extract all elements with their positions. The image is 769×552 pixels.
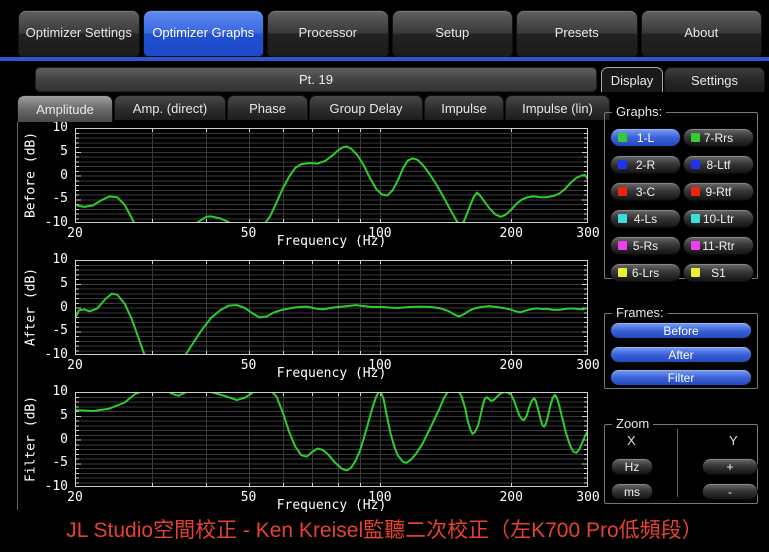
channel-button-8-ltf[interactable]: 8-Ltf xyxy=(683,155,754,174)
subtab-phase[interactable]: Phase xyxy=(227,95,308,120)
channel-color-swatch xyxy=(618,241,627,250)
zoom-minus-button[interactable]: - xyxy=(702,483,758,500)
channel-color-swatch xyxy=(691,214,700,223)
tab-presets[interactable]: Presets xyxy=(516,10,638,57)
before-plot-area xyxy=(75,128,588,223)
channel-button-10-ltr[interactable]: 10-Ltr xyxy=(683,209,754,228)
tab-processor[interactable]: Processor xyxy=(267,10,389,57)
zoom-ms-button[interactable]: ms xyxy=(611,483,653,500)
channel-color-swatch xyxy=(618,187,627,196)
zoom-hz-button[interactable]: Hz xyxy=(611,458,653,475)
channel-button-7-rrs[interactable]: 7-Rrs xyxy=(683,128,754,147)
channel-button-2-r[interactable]: 2-R xyxy=(610,155,681,174)
tab-optimizer-settings[interactable]: Optimizer Settings xyxy=(18,10,140,57)
frame-before-button[interactable]: Before xyxy=(610,322,752,339)
frames-panel-legend: Frames: xyxy=(612,305,668,320)
channel-color-swatch xyxy=(618,268,627,277)
channel-color-swatch xyxy=(691,241,700,250)
zoom-panel-legend: Zoom xyxy=(612,416,654,431)
channel-button-1-l[interactable]: 1-L xyxy=(610,128,681,147)
y-tick-label: -5 xyxy=(52,323,68,339)
channel-button-label: 3-C xyxy=(635,184,656,199)
y-tick-label: 5 xyxy=(60,275,68,291)
tab-setup[interactable]: Setup xyxy=(391,10,513,57)
frame-filter-button[interactable]: Filter xyxy=(610,369,752,386)
channel-button-label: 11-Rtr xyxy=(702,238,735,253)
zoom-panel: Zoom X Y Hz ms + - xyxy=(604,416,758,504)
channel-color-swatch xyxy=(691,160,700,169)
channel-button-5-rs[interactable]: 5-Rs xyxy=(610,236,681,255)
zoom-y-axis-label: Y xyxy=(729,433,738,448)
filter-plot-area xyxy=(75,392,588,487)
channel-button-label: 5-Rs xyxy=(632,238,659,253)
channel-button-s1[interactable]: S1 xyxy=(683,263,754,282)
y-tick-label: 10 xyxy=(52,120,68,135)
y-tick-label: 10 xyxy=(52,252,68,267)
after-plot-area xyxy=(75,260,588,355)
y-tick-label: 0 xyxy=(60,431,68,447)
tab-about[interactable]: About xyxy=(640,10,762,57)
zoom-x-axis-label: X xyxy=(627,433,636,448)
subtab-impulse-lin[interactable]: Impulse (lin) xyxy=(505,95,610,120)
channel-button-label: 8-Ltf xyxy=(706,157,731,172)
channel-button-label: 10-Ltr xyxy=(702,211,735,226)
caption-text: JL Studio空間校正 - Ken Kreisel監聽二次校正（左K700 … xyxy=(66,519,703,542)
channel-button-4-ls[interactable]: 4-Ls xyxy=(610,209,681,228)
graphs-channel-panel: Graphs: 1-L 7-Rrs 2-R 8-Ltf 3-C 9-Rtf 4-Ls 10-L… xyxy=(604,104,758,282)
tab-settings[interactable]: Settings xyxy=(664,67,765,92)
graphs-panel-edge xyxy=(17,122,18,510)
channel-button-label: 9-Rtf xyxy=(705,184,732,199)
channel-button-3-c[interactable]: 3-C xyxy=(610,182,681,201)
channel-button-label: 7-Rrs xyxy=(703,130,734,145)
frames-panel: Frames: Before After Filter xyxy=(604,305,758,389)
optimizer-app-window: Optimizer Settings Optimizer Graphs Proc… xyxy=(0,0,769,552)
main-tab-bar: Optimizer Settings Optimizer Graphs Proc… xyxy=(18,10,762,57)
y-tick-label: -5 xyxy=(52,191,68,207)
graphs-panel-legend: Graphs: xyxy=(612,104,667,119)
subtab-amplitude[interactable]: Amplitude xyxy=(17,95,113,122)
channel-button-label: 2-R xyxy=(635,157,656,172)
channel-color-swatch xyxy=(691,187,700,196)
subtab-group-delay[interactable]: Group Delay xyxy=(309,95,423,120)
filter-x-axis-title: Frequency (Hz) xyxy=(276,498,387,513)
tab-optimizer-graphs[interactable]: Optimizer Graphs xyxy=(142,10,264,57)
measurement-title-bar: Pt. 19 xyxy=(35,67,597,92)
channel-color-swatch xyxy=(618,160,627,169)
after-x-axis-title: Frequency (Hz) xyxy=(276,366,387,381)
channel-color-swatch xyxy=(691,133,700,142)
frame-after-button[interactable]: After xyxy=(610,346,752,363)
y-tick-label: 0 xyxy=(60,299,68,315)
channel-color-swatch xyxy=(618,133,627,142)
zoom-panel-divider xyxy=(677,429,678,497)
channel-color-swatch xyxy=(691,268,700,277)
channel-color-swatch xyxy=(618,214,627,223)
active-tab-underline xyxy=(0,57,769,61)
channel-button-label: 6-Lrs xyxy=(631,265,660,280)
channel-button-label: 1-L xyxy=(636,130,655,145)
y-tick-label: 5 xyxy=(60,143,68,159)
y-tick-label: 10 xyxy=(52,384,68,399)
channel-button-label: S1 xyxy=(711,265,726,280)
channel-button-11-rtr[interactable]: 11-Rtr xyxy=(683,236,754,255)
tab-display[interactable]: Display xyxy=(601,67,663,92)
subtab-amp-direct[interactable]: Amp. (direct) xyxy=(114,95,226,120)
channel-button-label: 4-Ls xyxy=(633,211,658,226)
subtab-impulse[interactable]: Impulse xyxy=(424,95,504,120)
channel-button-6-lrs[interactable]: 6-Lrs xyxy=(610,263,681,282)
y-tick-label: 5 xyxy=(60,407,68,423)
before-x-axis-title: Frequency (Hz) xyxy=(276,234,387,249)
y-tick-label: -5 xyxy=(52,455,68,471)
y-tick-label: 0 xyxy=(60,167,68,183)
channel-button-9-rtf[interactable]: 9-Rtf xyxy=(683,182,754,201)
zoom-plus-button[interactable]: + xyxy=(702,458,758,475)
